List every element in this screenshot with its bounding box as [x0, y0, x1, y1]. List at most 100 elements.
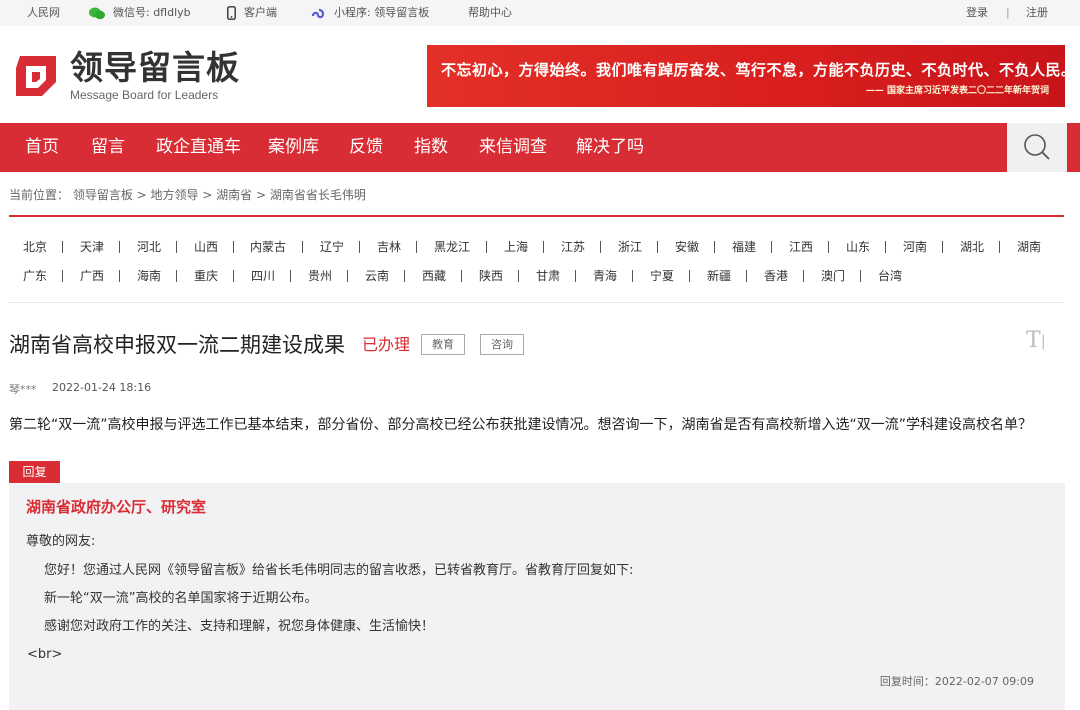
logo-title[interactable]: 领导留言板 — [70, 48, 240, 88]
breadcrumb[interactable]: 当前位置： 领导留言板 > 地方领导 > 湖南省 > 湖南省省长毛伟明 — [9, 186, 366, 203]
login-link[interactable]: 登录 — [966, 0, 988, 26]
message-content: 第二轮“双一流”高校申报与评选工作已基本结束，部分省份、部分高校已经公布获批建设… — [9, 417, 1033, 433]
region-divider — [416, 241, 417, 253]
banner-quote: 不忘初心，方得始终。我们唯有踔厉奋发、笃行不怠，方能不负历史、不负时代、不负人民… — [441, 61, 1065, 79]
nav-index[interactable]: 指数 — [414, 123, 448, 172]
region-divider — [302, 241, 303, 253]
region-item[interactable]: 福建 — [732, 239, 756, 255]
miniprogram-icon — [311, 8, 325, 18]
region-item[interactable]: 西藏 — [422, 268, 446, 284]
miniprogram-label: 小程序: 领导留言板 — [334, 6, 430, 19]
region-item[interactable]: 陕西 — [479, 268, 503, 284]
region-divider — [575, 270, 576, 282]
nav-survey[interactable]: 来信调查 — [479, 123, 547, 172]
region-item[interactable]: 河南 — [903, 239, 927, 255]
message-time: 2022-01-24 18:16 — [52, 381, 152, 394]
region-item[interactable]: 宁夏 — [650, 268, 674, 284]
region-item[interactable]: 湖北 — [960, 239, 984, 255]
search-button[interactable] — [1007, 123, 1067, 172]
region-item[interactable]: 吉林 — [377, 239, 401, 255]
tag-education[interactable]: 教育 — [421, 334, 465, 355]
region-divider — [860, 270, 861, 282]
region-divider — [518, 270, 519, 282]
region-item[interactable]: 新疆 — [707, 268, 731, 284]
region-divider — [600, 241, 601, 253]
nav-solved[interactable]: 解决了吗 — [576, 123, 644, 172]
region-item[interactable]: 安徽 — [675, 239, 699, 255]
region-item[interactable]: 香港 — [764, 268, 788, 284]
region-item[interactable]: 辽宁 — [320, 239, 344, 255]
region-item[interactable]: 澳门 — [821, 268, 845, 284]
region-item[interactable]: 北京 — [23, 239, 47, 255]
tag-consult[interactable]: 咨询 — [480, 334, 524, 355]
region-item[interactable]: 黑龙江 — [434, 239, 470, 255]
region-item[interactable]: 四川 — [251, 268, 275, 284]
region-divider — [347, 270, 348, 282]
quote-banner[interactable]: 不忘初心，方得始终。我们唯有踔厉奋发、笃行不怠，方能不负历史、不负时代、不负人民… — [427, 45, 1065, 107]
region-divider — [771, 241, 772, 253]
message-title: 湖南省高校申报双一流二期建设成果 — [9, 333, 345, 357]
region-item[interactable]: 海南 — [137, 268, 161, 284]
font-size-toggle[interactable]: T| — [1026, 328, 1056, 354]
region-divider — [404, 270, 405, 282]
region-item[interactable]: 甘肃 — [536, 268, 560, 284]
search-icon — [1024, 134, 1050, 160]
main-nav: 首页 留言 政企直通车 案例库 反馈 指数 来信调查 解决了吗 — [0, 123, 1080, 172]
region-item[interactable]: 贵州 — [308, 268, 332, 284]
region-item[interactable]: 云南 — [365, 268, 389, 284]
region-item[interactable]: 广西 — [80, 268, 104, 284]
client-item[interactable]: 客户端 — [227, 0, 277, 26]
nav-home[interactable]: 首页 — [25, 123, 59, 172]
region-divider — [176, 241, 177, 253]
region-divider — [657, 241, 658, 253]
region-divider — [62, 241, 63, 253]
region-divider — [233, 270, 234, 282]
region-item[interactable]: 山西 — [194, 239, 218, 255]
region-divider — [119, 270, 120, 282]
status-badge: 已办理 — [362, 335, 411, 354]
nav-enterprise[interactable]: 政企直通车 — [156, 123, 241, 172]
topbar-divider: | — [1006, 6, 1010, 19]
region-item[interactable]: 内蒙古 — [250, 239, 286, 255]
help-link[interactable]: 帮助中心 — [468, 0, 512, 26]
nav-cases[interactable]: 案例库 — [268, 123, 319, 172]
reply-paragraph: 新一轮“双一流”高校的名单国家将于近期公布。 — [44, 591, 318, 606]
region-item[interactable]: 上海 — [504, 239, 528, 255]
region-divider — [746, 270, 747, 282]
wechat-item[interactable]: 微信号: dfldlyb — [89, 0, 191, 26]
region-item[interactable]: 江苏 — [561, 239, 585, 255]
register-link[interactable]: 注册 — [1026, 0, 1048, 26]
site-link[interactable]: 人民网 — [27, 0, 60, 26]
wechat-label: 微信号: dfldlyb — [113, 6, 191, 19]
region-item[interactable]: 天津 — [80, 239, 104, 255]
region-item[interactable]: 湖南 — [1017, 239, 1041, 255]
phone-icon — [227, 6, 236, 20]
logo-icon[interactable] — [12, 52, 60, 100]
nav-message[interactable]: 留言 — [91, 123, 125, 172]
region-divider — [689, 270, 690, 282]
message-author: 琴*** — [9, 383, 37, 396]
banner-source: —— 国家主席习近平发表二〇二二年新年贺词 — [865, 86, 1049, 96]
miniprogram-item[interactable]: 小程序: 领导留言板 — [311, 0, 429, 26]
reply-paragraph: 感谢您对政府工作的关注、支持和理解，祝您身体健康、生活愉快！ — [44, 619, 435, 634]
region-divider — [62, 270, 63, 282]
region-item[interactable]: 重庆 — [194, 268, 218, 284]
region-divider — [233, 241, 234, 253]
region-item[interactable]: 台湾 — [878, 268, 902, 284]
region-divider — [176, 270, 177, 282]
region-item[interactable]: 河北 — [137, 239, 161, 255]
region-item[interactable]: 青海 — [593, 268, 617, 284]
region-item[interactable]: 广东 — [23, 268, 47, 284]
region-divider — [632, 270, 633, 282]
region-divider — [543, 241, 544, 253]
region-divider — [803, 270, 804, 282]
region-divider — [359, 241, 360, 253]
region-item[interactable]: 江西 — [789, 239, 813, 255]
reply-greeting: 尊敬的网友: — [26, 534, 96, 549]
region-item[interactable]: 浙江 — [618, 239, 642, 255]
region-divider — [119, 241, 120, 253]
region-item[interactable]: 山东 — [846, 239, 870, 255]
region-divider — [942, 241, 943, 253]
logo-subtitle: Message Board for Leaders — [70, 88, 219, 102]
nav-feedback[interactable]: 反馈 — [349, 123, 383, 172]
